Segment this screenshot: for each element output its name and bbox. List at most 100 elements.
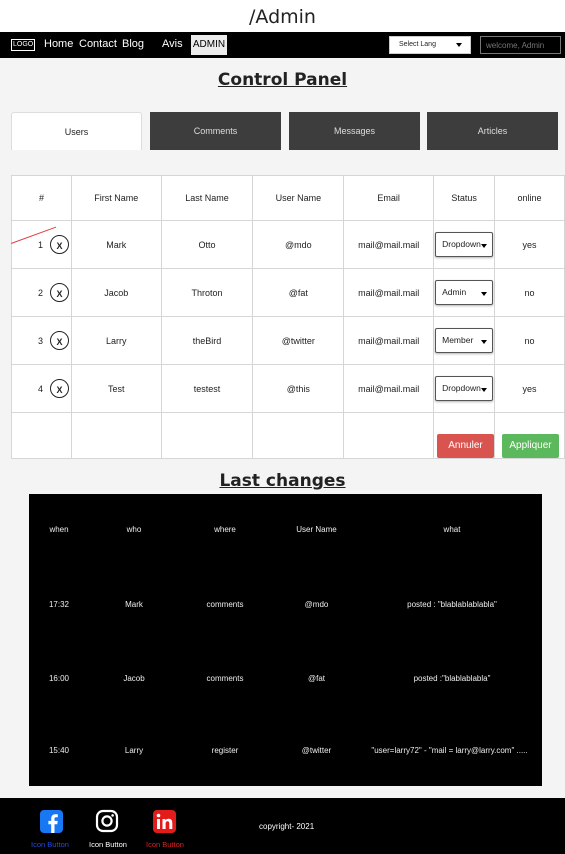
user-name-cell: @mdo [252, 220, 345, 269]
last-name-cell: testest [160, 364, 254, 413]
column-header[interactable]: Status [433, 175, 496, 221]
log-header: who [126, 525, 142, 534]
log-cell-when: 15:40 [48, 746, 70, 755]
delete-user-button[interactable]: X [50, 235, 69, 254]
status-dropdown-value: Dropdown [442, 239, 481, 249]
status-cell: Admin [433, 268, 496, 317]
language-select-value: Select Lang [399, 41, 436, 48]
empty-cell [160, 412, 254, 459]
table-row: 3X Larry theBird @twitter mail@mail.mail… [11, 316, 565, 365]
row-index: 3 [38, 335, 44, 346]
online-cell: no [494, 268, 565, 317]
caret-down-icon [456, 43, 462, 47]
log-cell-when: 17:32 [48, 600, 70, 609]
email-cell: mail@mail.mail [343, 220, 435, 269]
delete-user-button[interactable]: X [50, 331, 69, 350]
status-cell: Member [433, 316, 496, 365]
column-header[interactable]: First Name [70, 175, 162, 221]
column-header[interactable]: online [494, 175, 565, 221]
delete-user-button[interactable]: X [50, 283, 69, 302]
log-header: what [443, 525, 461, 534]
table-row: 2X Jacob Throton @fat mail@mail.mail Adm… [11, 268, 565, 317]
linkedin-icon[interactable] [153, 810, 176, 833]
log-cell-who: Larry [124, 746, 144, 755]
first-name-cell: Jacob [70, 268, 162, 317]
row-index-cell: 4X [11, 364, 72, 413]
status-dropdown-value: Admin [442, 287, 467, 297]
column-header[interactable]: Last Name [160, 175, 254, 221]
row-index-cell: 2X [11, 268, 72, 317]
navbar: LOGO Home Contact Blog Avis ADMIN Select… [0, 32, 565, 58]
tab-articles[interactable]: Articles [427, 112, 558, 150]
nav-link-contact[interactable]: Contact [79, 38, 117, 50]
status-dropdown-value: Member [442, 335, 474, 345]
tab-comments[interactable]: Comments [150, 112, 281, 150]
language-select[interactable]: Select Lang [389, 36, 471, 54]
user-name-cell: @this [252, 364, 345, 413]
log-cell-user: @twitter [301, 746, 332, 755]
caret-down-icon [481, 292, 488, 296]
empty-cell [343, 412, 435, 459]
row-index: 4 [38, 383, 44, 394]
status-dropdown[interactable]: Dropdown [435, 232, 494, 257]
caret-down-icon [481, 388, 488, 392]
status-dropdown[interactable]: Dropdown [435, 376, 494, 401]
column-header[interactable]: User Name [252, 175, 345, 221]
logo[interactable]: LOGO [11, 39, 36, 51]
row-index-cell: 3X [11, 316, 72, 365]
status-dropdown[interactable]: Member [435, 328, 494, 353]
last-name-cell: Throton [160, 268, 254, 317]
status-cell: Dropdown [433, 220, 496, 269]
email-cell: mail@mail.mail [343, 316, 435, 365]
empty-cell [70, 412, 162, 459]
last-name-cell: theBird [160, 316, 254, 365]
status-cell: Dropdown [433, 364, 496, 413]
welcome-input[interactable] [480, 36, 561, 54]
row-index: 2 [38, 287, 44, 298]
copyright-text: copyright- 2021 [259, 822, 315, 831]
facebook-icon-label[interactable]: Icon Button [31, 840, 69, 849]
user-name-cell: @fat [252, 268, 345, 317]
row-index: 1 [38, 239, 44, 250]
page-path-title: /Admin [0, 6, 565, 34]
status-dropdown[interactable]: Admin [435, 280, 494, 305]
last-changes-log: when who where User Name what 17:32 Mark… [29, 494, 542, 786]
log-cell-who: Mark [125, 600, 143, 609]
cancel-button[interactable]: Annuler [437, 434, 494, 458]
linkedin-icon-label[interactable]: Icon Button [146, 840, 184, 849]
empty-cell [11, 412, 72, 459]
column-header: # [11, 175, 72, 221]
caret-down-icon [481, 340, 488, 344]
empty-cell [252, 412, 345, 459]
last-changes-title: Last changes [219, 471, 346, 491]
delete-user-button[interactable]: X [50, 379, 69, 398]
facebook-icon[interactable] [40, 810, 63, 833]
first-name-cell: Larry [70, 316, 162, 365]
nav-tab-admin[interactable]: ADMIN [191, 35, 227, 55]
apply-button[interactable]: Appliquer [502, 434, 559, 458]
column-header[interactable]: Email [343, 175, 435, 221]
online-cell: yes [494, 364, 565, 413]
tab-messages[interactable]: Messages [289, 112, 420, 150]
online-cell: no [494, 316, 565, 365]
tab-users[interactable]: Users [11, 112, 142, 150]
instagram-icon[interactable] [95, 809, 119, 833]
nav-link-avis[interactable]: Avis [162, 38, 183, 50]
table-row: 4X Test testest @this mail@mail.mail Dro… [11, 364, 565, 413]
online-cell: yes [494, 220, 565, 269]
log-cell-user: @fat [307, 674, 325, 683]
log-cell-user: @mdo [304, 600, 329, 609]
log-cell-when: 16:00 [48, 674, 70, 683]
log-cell-who: Jacob [123, 674, 145, 683]
email-cell: mail@mail.mail [343, 364, 435, 413]
log-cell-where: register [211, 746, 239, 755]
nav-link-home[interactable]: Home [44, 38, 73, 50]
last-name-cell: Otto [160, 220, 254, 269]
instagram-icon-label[interactable]: Icon Button [89, 840, 127, 849]
first-name-cell: Test [70, 364, 162, 413]
nav-link-blog[interactable]: Blog [122, 38, 144, 50]
users-table: # First Name Last Name User Name Email S… [11, 175, 565, 459]
status-dropdown-value: Dropdown [442, 383, 481, 393]
log-header: User Name [296, 525, 337, 534]
log-header: when [49, 525, 69, 534]
